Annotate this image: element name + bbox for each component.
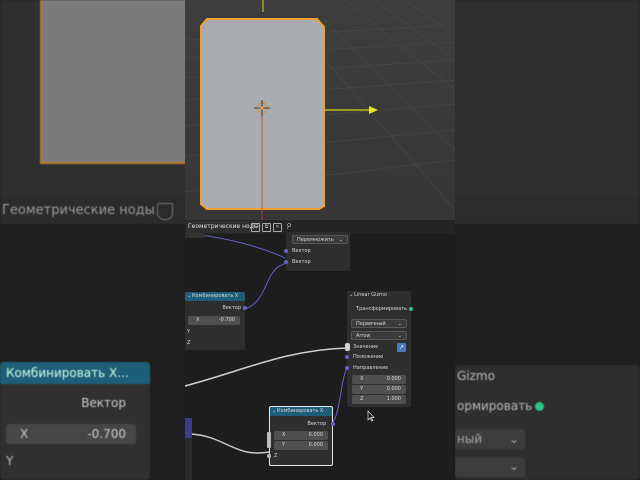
float-input-sockets[interactable] xyxy=(267,432,271,448)
x-key: X xyxy=(196,317,200,323)
copy-icon[interactable]: ⧉ xyxy=(262,223,271,232)
z-label: Z xyxy=(274,453,278,459)
combine-xyz-node-selected[interactable]: ⌄ Комбинировать X Вектор X 0.000 Y 0.000… xyxy=(267,406,335,466)
bg-gizmo-title: Gizmo xyxy=(457,369,495,383)
combine-xyz-node[interactable]: ⌄ Комбинировать X Вектор X -0.700 Y Z xyxy=(185,292,247,350)
node-editor[interactable]: Геометрические ноды ⛉ ⧉ ✕ ⚲ Перемножить … xyxy=(185,220,455,480)
operation-label: Перемножить xyxy=(297,237,334,243)
draw-style-value: Arrow xyxy=(356,333,371,339)
x-field[interactable]: X 0.000 xyxy=(274,431,328,440)
color-dropdown[interactable]: Первичный ⌄ xyxy=(351,319,407,328)
partial-node xyxy=(185,233,205,238)
direction-label: Направление xyxy=(353,365,389,371)
dir-y-value: 0.000 xyxy=(386,386,401,392)
link-value xyxy=(185,347,348,387)
bg-chevron-icon: ⌄ xyxy=(508,432,519,446)
value-input-label: Значение xyxy=(353,344,379,350)
input-label-1: Вектор xyxy=(292,248,311,254)
linear-gizmo-node[interactable]: ⌄ Linear Gizmo Трансформировать Первичны… xyxy=(345,291,413,407)
dir-x-value: 0.000 xyxy=(386,376,401,382)
bg-chevron-icon-2: ⌄ xyxy=(508,459,519,473)
x-field[interactable]: X -0.700 xyxy=(188,316,240,325)
link-combine-to-multiply xyxy=(244,262,288,310)
mouse-cursor-icon xyxy=(367,410,375,422)
x-value: -0.700 xyxy=(218,317,235,323)
direction-x-field[interactable]: X 0.000 xyxy=(352,375,406,384)
vector-input-socket[interactable] xyxy=(284,260,288,264)
z-label: Z xyxy=(187,340,191,346)
y-value: 0.000 xyxy=(308,442,323,448)
bg-combine-x-field: X -0.700 xyxy=(6,424,136,444)
position-label: Положение xyxy=(353,354,384,360)
dir-z-value: 1.000 xyxy=(386,396,401,402)
z-input-socket[interactable] xyxy=(267,454,271,458)
y-key: Y xyxy=(282,442,286,448)
viewport-scene xyxy=(185,0,455,220)
partial-node-header xyxy=(185,418,192,438)
output-label: Вектор xyxy=(307,421,326,427)
x-key: X xyxy=(282,432,286,438)
vector-output-socket[interactable] xyxy=(243,306,247,310)
bg-header-title: Геометрические ноды xyxy=(2,203,155,218)
bg-cube xyxy=(40,0,194,164)
gizmo-node-header[interactable]: ⌄ Linear Gizmo xyxy=(347,291,411,300)
collapse-icon[interactable]: ⌄ xyxy=(349,291,353,300)
transform-output-label: Трансформировать xyxy=(356,306,407,312)
shield-icon[interactable]: ⛉ xyxy=(251,223,260,232)
bg-y-label: Y xyxy=(6,454,14,468)
vector-output-socket[interactable] xyxy=(331,422,335,426)
link-float xyxy=(190,433,270,454)
combine-node-header[interactable]: ⌄ Комбинировать X xyxy=(185,292,245,301)
combine-node-title: Комбинировать X xyxy=(277,408,324,414)
bg-combine-node: Комбинировать X... Вектор X -0.700 Y xyxy=(0,362,150,480)
dir-x-key: X xyxy=(360,376,364,382)
dir-z-key: Z xyxy=(360,396,364,402)
vector-input-socket[interactable] xyxy=(284,249,288,253)
bg-gizmo-node: Gizmo ормировать ный ⌄ ⌄ xyxy=(455,365,640,480)
collapse-icon[interactable]: ⌄ xyxy=(272,407,276,416)
chevron-down-icon: ⌄ xyxy=(397,333,402,339)
link-combine-to-direction xyxy=(331,367,348,424)
bg-combine-output: Вектор xyxy=(81,396,126,410)
vector-math-node[interactable]: Перемножить ⌄ Вектор Вектор xyxy=(284,232,350,271)
color-dropdown-value: Первичный xyxy=(356,321,386,327)
position-input-socket[interactable] xyxy=(345,355,349,359)
bg-combine-title: Комбинировать X... xyxy=(0,362,150,384)
bg-gizmo-transform: ормировать xyxy=(457,399,533,413)
dir-y-key: Y xyxy=(360,386,364,392)
bg-gizmo-socket xyxy=(535,402,544,411)
output-label: Вектор xyxy=(222,305,241,311)
bg-x-value: -0.700 xyxy=(87,427,126,441)
chevron-down-icon: ⌄ xyxy=(397,321,402,327)
direction-y-field[interactable]: Y 0.000 xyxy=(352,385,406,394)
draw-style-dropdown[interactable]: Arrow ⌄ xyxy=(351,331,407,340)
bg-shield-icon xyxy=(157,203,173,220)
selected-cube[interactable] xyxy=(200,18,325,210)
close-icon[interactable]: ✕ xyxy=(273,223,282,232)
gizmo-arrow-icon[interactable]: ↗ xyxy=(397,343,406,352)
y-field[interactable]: Y 0.000 xyxy=(274,441,328,450)
geometry-output-socket[interactable] xyxy=(409,307,413,311)
gizmo-node-title: Linear Gizmo xyxy=(354,292,387,298)
direction-input-socket[interactable] xyxy=(345,366,349,370)
combine-node-header[interactable]: ⌄ Комбинировать X xyxy=(270,407,332,416)
bg-gizmo-dropdown-text: ный xyxy=(457,432,483,446)
blender-frame: Геометрические ноды ⛉ ⧉ ✕ ⚲ Перемножить … xyxy=(185,0,455,480)
viewport-3d[interactable] xyxy=(185,0,455,220)
bg-gizmo-dropdown: ный ⌄ xyxy=(455,429,525,449)
x-value: 0.000 xyxy=(308,432,323,438)
bg-x-key: X xyxy=(20,427,29,441)
direction-z-field[interactable]: Z 1.000 xyxy=(352,395,406,404)
collapse-icon[interactable]: ⌄ xyxy=(187,292,191,301)
node-group-title[interactable]: Геометрические ноды xyxy=(186,221,261,233)
chevron-down-icon: ⌄ xyxy=(338,237,343,243)
input-label-2: Вектор xyxy=(292,259,311,265)
combine-node-title: Комбинировать X xyxy=(192,293,239,299)
y-label: Y xyxy=(187,329,191,335)
bg-gizmo-dropdown-2: ⌄ xyxy=(455,457,525,477)
operation-dropdown[interactable]: Перемножить ⌄ xyxy=(292,235,348,244)
value-input-socket[interactable] xyxy=(345,343,350,351)
